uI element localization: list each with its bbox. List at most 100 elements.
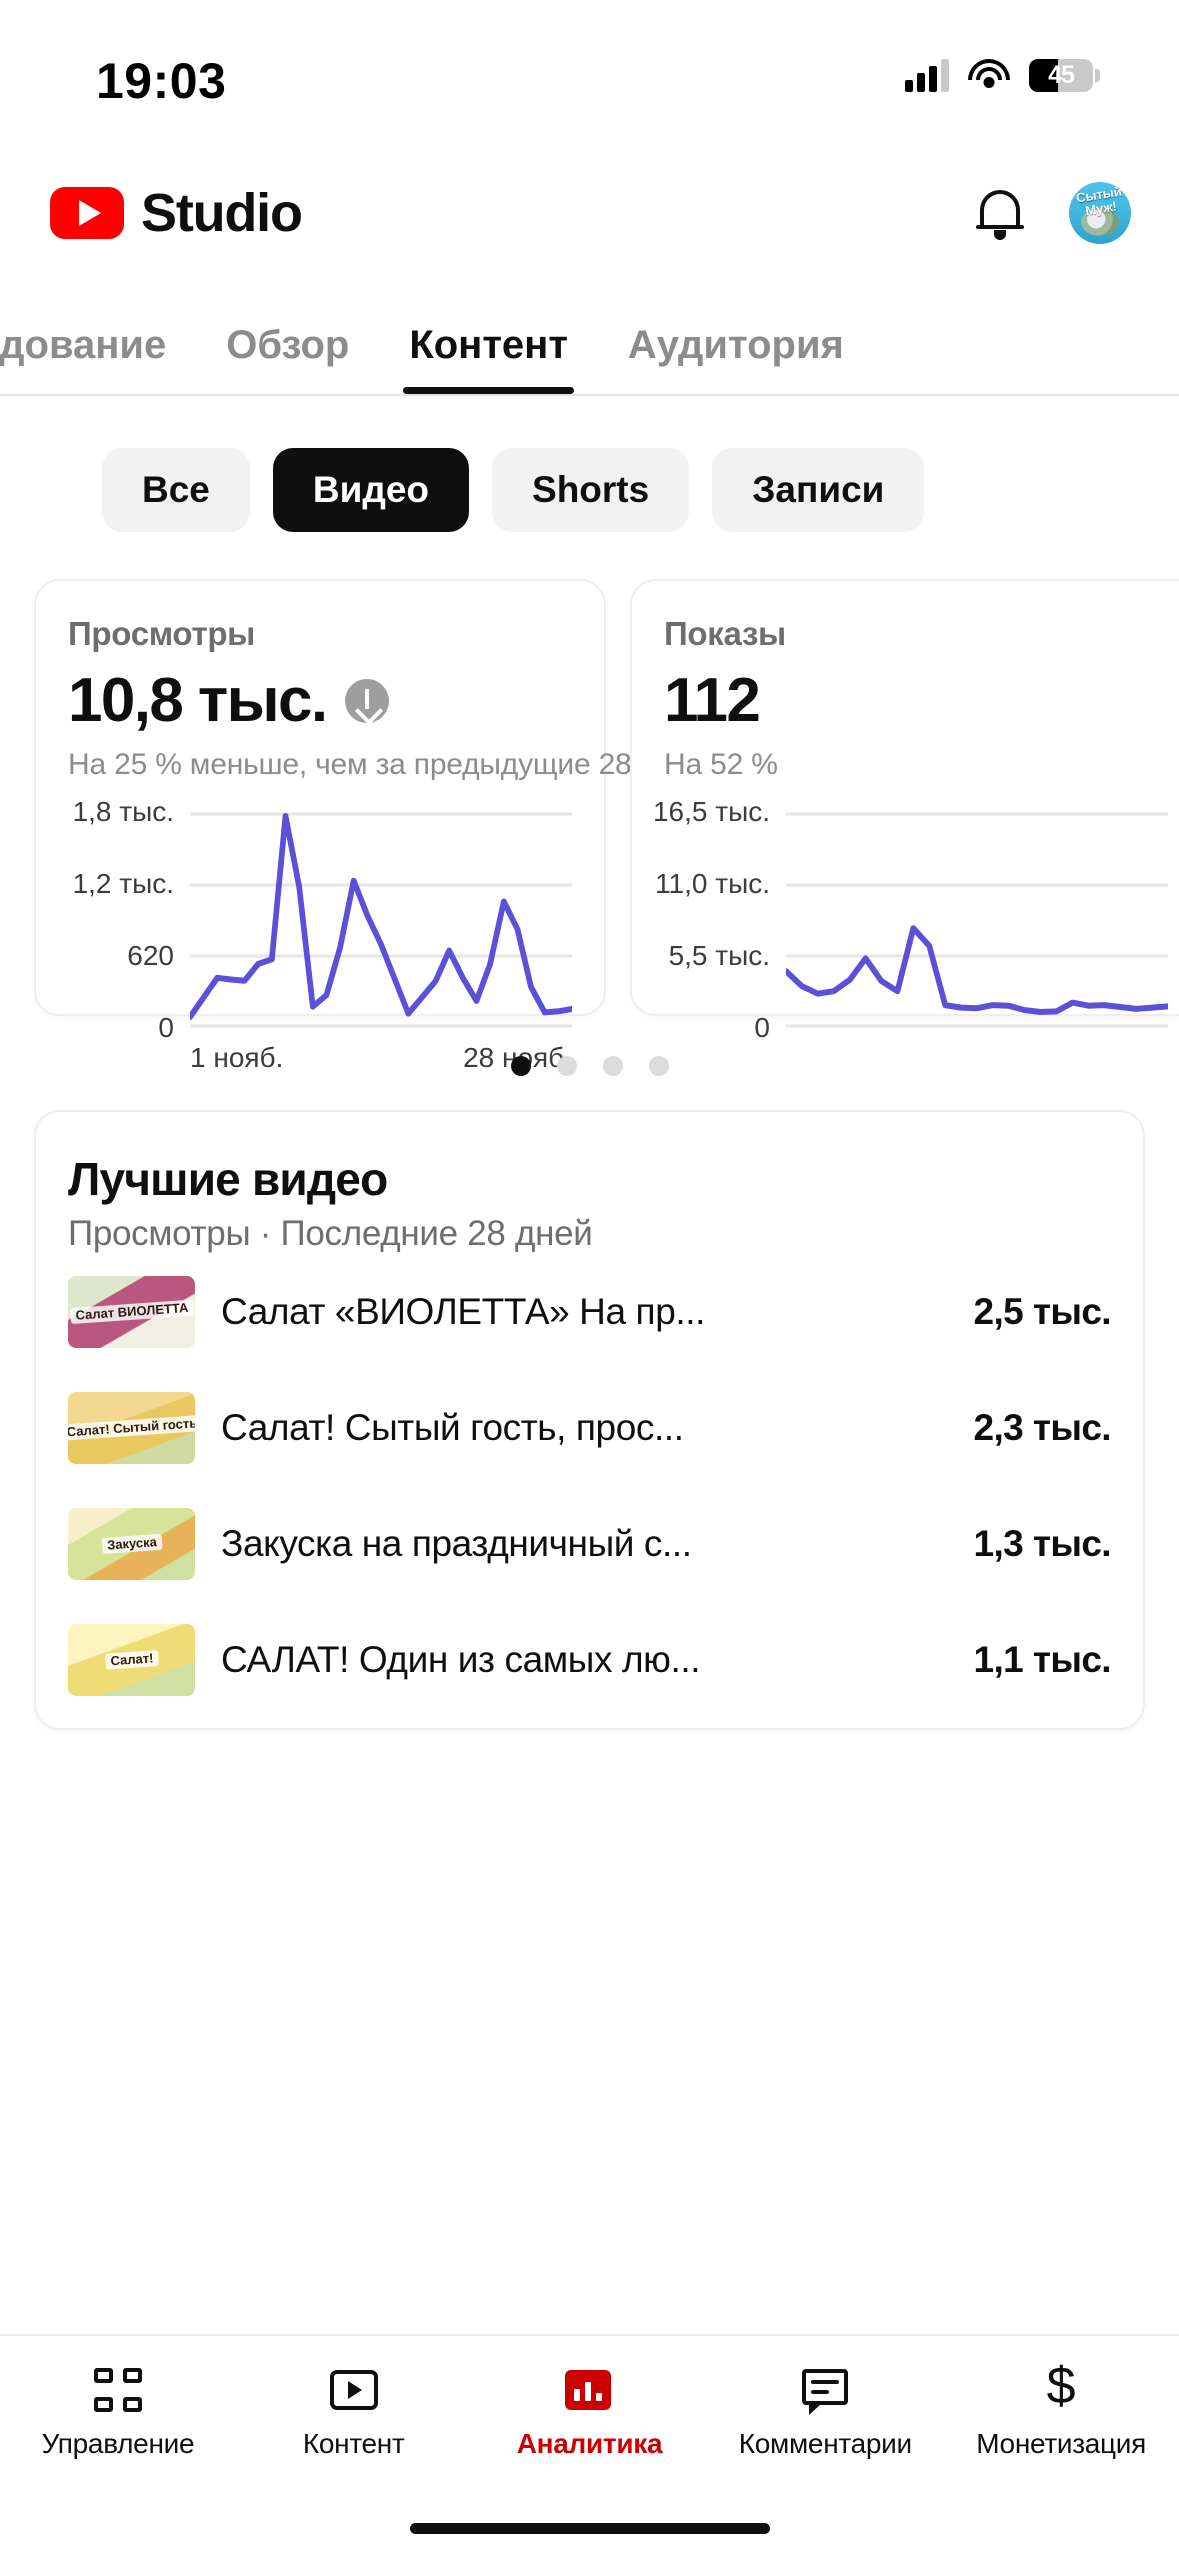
home-indicator bbox=[409, 2523, 770, 2534]
cellular-signal-icon bbox=[905, 58, 949, 92]
chip-vse[interactable]: Все bbox=[102, 448, 250, 532]
y-tick: 1,2 тыс. bbox=[72, 867, 174, 899]
pagination-dot[interactable] bbox=[602, 1056, 623, 1076]
y-tick: 1,8 тыс. bbox=[72, 796, 174, 827]
list-item[interactable]: Салат! Сытый гость Салат! Сытый гость, п… bbox=[68, 1370, 1112, 1486]
y-tick: 11,0 тыс. bbox=[655, 867, 770, 899]
chart-y-axis: 16,5 тыс. 11,0 тыс. 5,5 тыс. 0 bbox=[653, 796, 786, 1043]
list-item[interactable]: Салат! САЛАТ! Один из самых лю... 1,1 ты… bbox=[68, 1602, 1112, 1718]
pagination-dot[interactable] bbox=[648, 1056, 669, 1076]
analytics-tabs: ледование Обзор Контент Аудитория bbox=[0, 276, 1179, 396]
youtube-logo-icon bbox=[50, 187, 124, 239]
chart-gridlines bbox=[786, 812, 1168, 1028]
metric-value: 10,8 тыс. bbox=[68, 666, 328, 735]
thumbnail-caption: Салат! bbox=[104, 1650, 159, 1670]
thumbnail-caption: Салат ВИОЛЕТТА bbox=[69, 1299, 194, 1325]
chip-shorts[interactable]: Shorts bbox=[492, 448, 690, 532]
video-views: 1,3 тыс. bbox=[973, 1523, 1112, 1564]
chart-plot-area bbox=[190, 812, 572, 1028]
avatar[interactable]: Сытый Муж! bbox=[1069, 182, 1131, 244]
pagination-dot[interactable] bbox=[510, 1056, 531, 1076]
battery-percent: 45 bbox=[1048, 60, 1075, 89]
metric-value-row: 112 bbox=[664, 665, 1168, 736]
chip-video[interactable]: Видео bbox=[272, 448, 470, 532]
metric-label: Просмотры bbox=[68, 615, 256, 652]
list-item[interactable]: Закуска Закуска на праздничный с... 1,3 … bbox=[68, 1486, 1112, 1602]
status-bar-time: 19:03 bbox=[96, 53, 227, 109]
arrow-down-circle-icon bbox=[344, 678, 389, 723]
chart-x-axis: 1 нояб. 28 нояб. bbox=[68, 1028, 572, 1074]
nav-item-upravlenie[interactable]: Управление bbox=[0, 2366, 236, 2460]
y-tick: 16,5 тыс. bbox=[652, 796, 770, 827]
chip-zapisi[interactable]: Записи bbox=[712, 448, 925, 532]
metric-value: 112 bbox=[664, 666, 761, 735]
metric-card-views[interactable]: Просмотры 10,8 тыс. На 25 % меньше, чем … bbox=[34, 579, 682, 1073]
brand-title: Studio bbox=[141, 183, 303, 243]
nav-item-kontent[interactable]: Контент bbox=[236, 2366, 472, 2460]
nav-label: Комментарии bbox=[738, 2428, 912, 2459]
video-views: 1,1 тыс. bbox=[973, 1639, 1112, 1680]
tab-auditoriya[interactable]: Аудитория bbox=[598, 323, 874, 394]
top-videos-subtitle: Просмотры · Последние 28 дней bbox=[68, 1214, 593, 1253]
wifi-icon bbox=[968, 59, 1010, 91]
nav-label: Контент bbox=[302, 2428, 405, 2459]
nav-item-kommentarii[interactable]: Комментарии bbox=[707, 2366, 943, 2460]
bell-icon[interactable] bbox=[976, 186, 1024, 240]
pagination-dot[interactable] bbox=[556, 1056, 577, 1076]
tab-obzor[interactable]: Обзор bbox=[196, 323, 379, 394]
video-thumbnail: Салат ВИОЛЕТТА bbox=[68, 1276, 195, 1348]
metric-card-impressions[interactable]: Показы 112 На 52 % 16,5 тыс. 11,0 тыс. 5… bbox=[630, 579, 1179, 1043]
nav-label: Аналитика bbox=[516, 2428, 663, 2459]
y-tick: 0 bbox=[754, 1012, 770, 1043]
views-line-svg bbox=[190, 812, 572, 1028]
nav-item-monetizaciya[interactable]: $ Монетизация bbox=[943, 2357, 1179, 2460]
video-thumbnail: Закуска bbox=[68, 1508, 195, 1580]
content-type-filters: Все Видео Shorts Записи bbox=[0, 396, 1179, 532]
studio-brand[interactable]: Studio bbox=[50, 182, 303, 244]
metric-delta: На 52 % bbox=[664, 748, 778, 781]
metric-delta: На 25 % меньше, чем за предыдущие 28 дн. bbox=[68, 748, 682, 781]
nav-item-analitika[interactable]: Аналитика bbox=[472, 2366, 708, 2460]
battery-icon: 45 bbox=[1029, 58, 1100, 92]
thumbnail-caption: Салат! Сытый гость bbox=[68, 1414, 195, 1442]
status-bar: 19:03 45 bbox=[0, 0, 1179, 150]
list-item[interactable]: Салат ВИОЛЕТТА Салат «ВИОЛЕТТА» На пр...… bbox=[68, 1254, 1112, 1370]
nav-label: Управление bbox=[41, 2428, 195, 2459]
y-tick: 0 bbox=[158, 1012, 174, 1043]
metric-value-row: 10,8 тыс. bbox=[68, 665, 572, 736]
app-header: Studio Сытый Муж! bbox=[0, 150, 1179, 276]
chart-x-axis bbox=[664, 1028, 1168, 1042]
video-title: Салат! Сытый гость, прос... bbox=[221, 1407, 684, 1448]
metric-label: Показы bbox=[664, 615, 786, 652]
metric-cards-carousel[interactable]: Просмотры 10,8 тыс. На 25 % меньше, чем … bbox=[0, 532, 1179, 1073]
video-thumbnail: Салат! Сытый гость bbox=[68, 1392, 195, 1464]
impressions-line-svg bbox=[786, 812, 1168, 1028]
top-videos-panel: Лучшие видео Просмотры · Последние 28 дн… bbox=[34, 1110, 1145, 1730]
chart-y-axis: 1,8 тыс. 1,2 тыс. 620 0 bbox=[68, 796, 190, 1043]
video-views: 2,5 тыс. bbox=[973, 1291, 1112, 1332]
dashboard-icon bbox=[92, 2366, 144, 2414]
impressions-chart: 16,5 тыс. 11,0 тыс. 5,5 тыс. 0 bbox=[653, 796, 1168, 1043]
y-tick: 5,5 тыс. bbox=[668, 939, 770, 971]
video-title: САЛАТ! Один из самых лю... bbox=[221, 1639, 701, 1680]
tab-issledovanie[interactable]: ледование bbox=[0, 323, 196, 394]
video-title: Салат «ВИОЛЕТТА» На пр... bbox=[221, 1291, 706, 1332]
video-thumbnail: Салат! bbox=[68, 1624, 195, 1696]
comment-icon bbox=[799, 2366, 851, 2415]
video-title: Закуска на праздничный с... bbox=[221, 1523, 692, 1564]
chart-plot-area bbox=[786, 812, 1168, 1028]
video-views: 2,3 тыс. bbox=[973, 1407, 1112, 1448]
nav-label: Монетизация bbox=[976, 2428, 1146, 2459]
content-play-icon bbox=[328, 2366, 380, 2414]
dollar-icon: $ bbox=[1046, 2357, 1076, 2415]
top-videos-title: Лучшие видео bbox=[68, 1153, 388, 1205]
tab-kontent[interactable]: Контент bbox=[379, 323, 598, 394]
y-tick: 620 bbox=[127, 939, 174, 971]
avatar-label: Сытый Муж! bbox=[1075, 183, 1123, 218]
views-chart: 1,8 тыс. 1,2 тыс. 620 0 bbox=[68, 796, 572, 1043]
header-actions: Сытый Муж! bbox=[976, 182, 1131, 244]
status-bar-indicators: 45 bbox=[905, 58, 1100, 92]
x-tick-start: 1 нояб. bbox=[190, 1042, 284, 1073]
analytics-bars-icon bbox=[563, 2366, 615, 2414]
thumbnail-caption: Закуска bbox=[101, 1533, 162, 1555]
